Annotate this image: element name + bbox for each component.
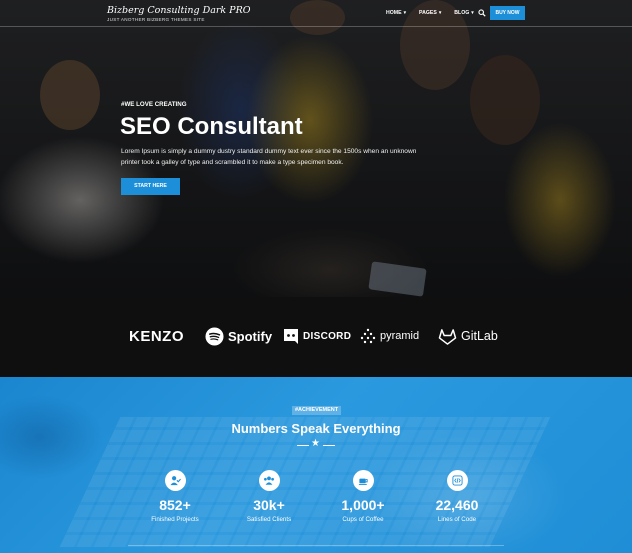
hero-description: Lorem Ipsum is simply a dummy dustry sta… xyxy=(121,148,417,166)
pyramid-logo[interactable]: pyramid xyxy=(360,326,419,346)
main-nav: HOME▼ PAGES▼ BLOG▼ xyxy=(386,10,475,16)
pyramid-icon xyxy=(360,328,376,344)
nav-item-pages[interactable]: PAGES▼ xyxy=(419,10,442,16)
spotify-icon xyxy=(205,326,224,346)
stat-item: 30k+ Satisfied Clients xyxy=(224,470,314,523)
stat-value: 30k+ xyxy=(253,497,285,513)
nav-item-label: BLOG xyxy=(454,10,470,16)
stat-label: Finished Projects xyxy=(151,516,199,523)
stat-value: 22,460 xyxy=(435,497,479,513)
star-icon: ★ xyxy=(311,438,320,449)
site-tagline: JUST ANOTHER BIZBERG THEMES SITE xyxy=(107,17,205,22)
achievement-badge: #ACHIEVEMENT xyxy=(292,406,342,415)
discord-logo[interactable]: DISCORD xyxy=(283,326,351,346)
hero-eyebrow: #WE LOVE CREATING xyxy=(121,101,187,108)
nav-item-label: PAGES xyxy=(419,10,437,16)
discord-icon xyxy=(284,328,298,344)
nav-item-blog[interactable]: BLOG▼ xyxy=(454,10,474,16)
nav-item-label: HOME xyxy=(386,10,402,16)
stat-value: 1,000+ xyxy=(341,497,385,513)
stat-value: 852+ xyxy=(159,497,191,513)
nav-item-home[interactable]: HOME▼ xyxy=(386,10,407,16)
client-logos: KENZO Spotify DISCORD pyramid GitLab xyxy=(0,297,632,377)
logo-label: pyramid xyxy=(380,330,420,342)
stat-label: Lines of Code xyxy=(437,516,477,523)
hero-section: Bizberg Consulting Dark PRO JUST ANOTHER… xyxy=(0,0,632,297)
title-divider: ★ xyxy=(297,438,335,450)
gitlab-icon xyxy=(438,328,457,345)
stat-item: 22,460 Lines of Code xyxy=(412,470,502,523)
users-icon xyxy=(258,470,280,491)
achievements-title: Numbers Speak Everything xyxy=(231,421,401,436)
code-icon xyxy=(446,470,468,491)
section-divider xyxy=(128,545,504,546)
hero-title: SEO Consultant xyxy=(120,113,303,140)
user-check-icon xyxy=(164,470,186,491)
stat-item: 1,000+ Cups of Coffee xyxy=(318,470,408,523)
stat-label: Satisfied Clients xyxy=(246,516,292,523)
site-brand[interactable]: Bizberg Consulting Dark PRO JUST ANOTHER… xyxy=(107,5,251,22)
start-here-button[interactable]: START HERE xyxy=(121,178,180,195)
spotify-logo[interactable]: Spotify xyxy=(205,326,272,346)
stat-item: 852+ Finished Projects xyxy=(130,470,220,523)
chevron-down-icon: ▼ xyxy=(470,10,475,15)
coffee-icon xyxy=(352,470,374,491)
chevron-down-icon: ▼ xyxy=(402,10,408,15)
logo-label: Spotify xyxy=(228,328,273,344)
logo-label: GitLab xyxy=(461,329,498,343)
search-icon[interactable] xyxy=(478,9,486,17)
gitlab-logo[interactable]: GitLab xyxy=(438,326,498,346)
stat-label: Cups of Coffee xyxy=(342,516,384,523)
buy-now-button[interactable]: BUY NOW xyxy=(490,6,525,20)
kenzo-logo[interactable]: KENZO xyxy=(129,326,184,346)
achievements-section: #ACHIEVEMENT Numbers Speak Everything ★ … xyxy=(0,377,632,553)
logo-label: KENZO xyxy=(129,327,184,345)
site-title[interactable]: Bizberg Consulting Dark PRO xyxy=(107,5,251,16)
logo-label: DISCORD xyxy=(303,330,352,342)
site-header: Bizberg Consulting Dark PRO JUST ANOTHER… xyxy=(0,0,632,27)
chevron-down-icon: ▼ xyxy=(437,10,443,15)
